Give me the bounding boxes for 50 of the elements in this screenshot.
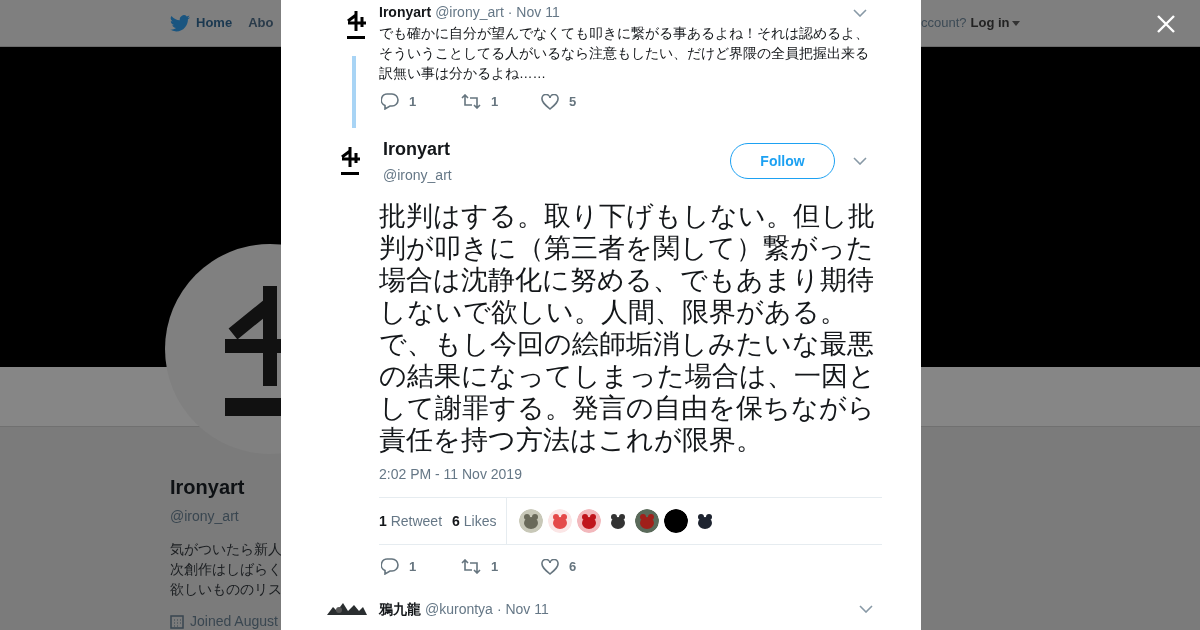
joined-date: Joined August	[190, 612, 278, 630]
tweet-text-line: でも確かに自分が望んでなくても叩きに繋がる事あるよね！それは認めるよ、	[379, 25, 869, 43]
retweet-button[interactable]: 1	[461, 557, 541, 577]
more-button[interactable]	[853, 157, 867, 165]
heart-icon	[541, 93, 559, 110]
likes-count-link[interactable]: 6 Likes	[452, 510, 497, 532]
retweet-count-link[interactable]: 1 Retweet	[379, 510, 443, 532]
author-name: 鴉九龍	[379, 599, 421, 619]
bio-line: 次創作はしばらく	[170, 560, 281, 579]
close-icon	[1156, 14, 1176, 34]
chevron-down-icon	[859, 605, 873, 613]
retweet-icon	[461, 559, 481, 575]
profile-handle: @irony_art	[170, 507, 240, 526]
bio-line: 気がついたら新人	[170, 540, 281, 559]
like-button[interactable]: 6	[541, 557, 621, 577]
caret-icon	[1011, 20, 1020, 26]
retweet-button[interactable]: 1	[461, 92, 541, 112]
reply-button[interactable]: 1	[381, 92, 461, 112]
tweet-text: 批判はする。取り下げもしない。但し批判が叩きに（第三者を関して）繋がった場合は沈静化に努める、でもあまり期待しないで欲しい。人間、限界がある。で、もし今回の絵師垢消しみたいな最悪の結果になってしまった場合は、一因として謝罪する。発言の自由を保ちながら責任を持つ方法はこれが限界。	[379, 200, 877, 456]
logo-icon	[339, 145, 361, 177]
chevron-down-icon	[853, 157, 867, 165]
tweet-timestamp: 2:02 PM - 11 Nov 2019	[379, 465, 523, 484]
author-name: Ironyart	[383, 138, 452, 161]
more-button[interactable]	[853, 8, 867, 17]
reply-icon	[381, 558, 399, 576]
login-link[interactable]: Log in	[970, 13, 1020, 33]
more-button[interactable]	[859, 605, 873, 613]
logo-icon	[225, 286, 281, 416]
bio-line: 欲しいもののリス	[170, 580, 281, 599]
home-link[interactable]: Home	[170, 13, 233, 33]
retweet-icon	[461, 94, 481, 110]
tweet-date: · Nov 11	[496, 599, 549, 619]
bird-icon	[170, 14, 190, 32]
calendar-icon	[170, 614, 184, 629]
author-name: Ironyart	[379, 3, 432, 22]
account-prompt: ccount?	[921, 14, 967, 33]
logo-icon	[345, 9, 367, 41]
about-link[interactable]: Abo	[248, 13, 274, 33]
tweet-text-line: 訳無い事は分かるよね……	[379, 65, 547, 83]
profile-name: Ironyart	[170, 475, 246, 500]
heart-icon	[541, 558, 559, 575]
reply-button[interactable]: 1	[381, 557, 461, 577]
reply-icon	[381, 93, 399, 111]
author-handle: @kurontya	[425, 599, 493, 619]
author-handle: @irony_art	[435, 3, 504, 22]
chevron-down-icon	[853, 8, 867, 17]
tweet-text-line: そういうことしてる人がいるなら注意もしたい、だけど界隈の全員把握出来る	[379, 45, 869, 63]
tweet-date: · Nov 11	[507, 3, 560, 22]
author-handle: @irony_art	[383, 166, 452, 185]
like-button[interactable]: 5	[541, 92, 621, 112]
